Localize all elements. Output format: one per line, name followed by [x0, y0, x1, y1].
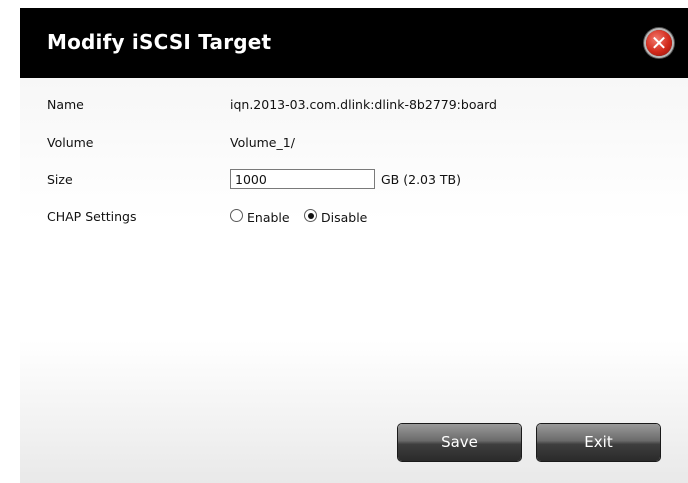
- volume-label: Volume: [47, 135, 94, 150]
- dialog-title-bar: Modify iSCSI Target ✕: [20, 8, 688, 78]
- chap-disable-label[interactable]: Disable: [321, 210, 367, 225]
- dialog-title: Modify iSCSI Target: [47, 30, 272, 54]
- size-label: Size: [47, 172, 73, 187]
- modify-iscsi-target-dialog: Modify iSCSI Target ✕ Name iqn.2013-03.c…: [20, 8, 688, 483]
- chap-settings-label: CHAP Settings: [47, 209, 137, 224]
- close-icon[interactable]: ✕: [646, 30, 672, 56]
- size-unit: GB (2.03 TB): [381, 172, 462, 187]
- chap-disable-radio[interactable]: [304, 209, 317, 222]
- save-button[interactable]: Save: [398, 424, 521, 461]
- name-value: iqn.2013-03.com.dlink:dlink-8b2779:board: [230, 97, 497, 112]
- size-input[interactable]: [230, 169, 375, 189]
- chap-enable-radio[interactable]: [230, 209, 243, 222]
- chap-enable-label[interactable]: Enable: [247, 210, 290, 225]
- exit-button[interactable]: Exit: [537, 424, 660, 461]
- volume-value: Volume_1/: [230, 135, 295, 150]
- name-label: Name: [47, 97, 84, 112]
